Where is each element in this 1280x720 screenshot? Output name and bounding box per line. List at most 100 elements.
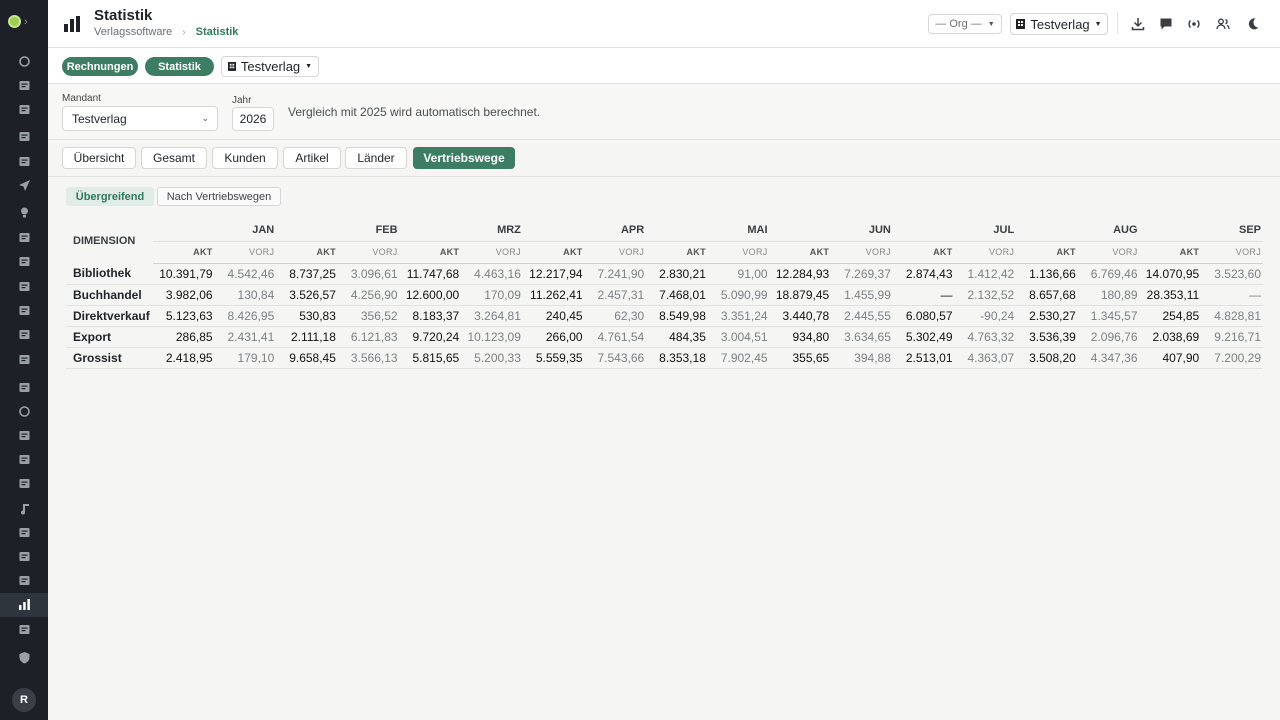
newspaper-icon[interactable] <box>17 303 31 317</box>
akt-cell: 2.513,01 <box>892 347 955 369</box>
tab-kunden[interactable]: Kunden <box>212 147 278 169</box>
akt-header: AKT <box>399 241 462 264</box>
header-divider <box>1117 12 1118 34</box>
vorj-cell: 356,52 <box>337 305 400 327</box>
jahr-input[interactable]: 2026 <box>232 107 274 131</box>
jahr-label: Jahr <box>232 95 252 106</box>
month-header: AUG <box>1016 219 1140 242</box>
akt-header: AKT <box>522 241 585 264</box>
download-icon[interactable] <box>1130 16 1146 32</box>
feather-icon[interactable] <box>17 352 31 366</box>
vorj-cell: 180,89 <box>1077 284 1140 306</box>
lightbulb-icon[interactable] <box>17 205 31 219</box>
vorj-cell: 2.445,55 <box>831 305 893 327</box>
top-header: Statistik Verlagssoftware › Statistik — … <box>48 0 1280 48</box>
briefcase-icon[interactable] <box>17 279 31 293</box>
akt-cell: 5.302,49 <box>892 326 955 348</box>
chevron-right-icon: › <box>182 26 186 38</box>
dashboard-icon[interactable] <box>17 102 31 116</box>
shield-icon[interactable] <box>17 650 31 664</box>
akt-cell: 8.737,25 <box>276 263 338 285</box>
avatar[interactable]: R <box>12 688 36 712</box>
app-switcher[interactable]: › <box>8 15 28 28</box>
vorj-header: VORJ <box>707 241 770 264</box>
header-verlag-label: Testverlag <box>1030 16 1090 32</box>
circle-icon[interactable] <box>17 404 31 418</box>
table-row: Bibliothek 10.391,79 4.542,46 8.737,25 3.096… <box>66 263 1263 285</box>
akt-cell: 3.526,57 <box>276 284 338 306</box>
file-icon[interactable] <box>17 525 31 539</box>
akt-cell: 1.136,66 <box>1016 263 1078 285</box>
dimension-header: DIMENSION <box>73 235 136 247</box>
akt-cell: 8.353,18 <box>646 347 708 369</box>
vorj-cell: 3.523,60 <box>1201 263 1263 285</box>
tab-laender[interactable]: Länder <box>345 147 407 169</box>
toolbar-verlag-select[interactable]: Testverlag ▼ <box>221 56 319 77</box>
breadcrumb-item-verlagssoftware[interactable]: Verlagssoftware <box>94 26 172 38</box>
building-icon <box>227 59 236 74</box>
statistics-icon[interactable] <box>17 597 31 611</box>
vorj-cell: 4.363,07 <box>954 347 1017 369</box>
library-icon[interactable] <box>17 230 31 244</box>
row-label: Export <box>66 326 153 348</box>
music-icon[interactable] <box>17 501 31 515</box>
akt-header: AKT <box>769 241 832 264</box>
bag-icon[interactable] <box>17 428 31 442</box>
vorj-cell: 170,09 <box>461 284 523 306</box>
calendar-icon[interactable] <box>17 78 31 92</box>
building-icon <box>1016 17 1026 32</box>
row-label: Bibliothek <box>66 263 153 285</box>
chat-icon[interactable] <box>1158 16 1174 32</box>
inbox-icon[interactable] <box>17 154 31 168</box>
akt-header: AKT <box>646 241 708 264</box>
tab-vertriebswege[interactable]: Vertriebswege <box>413 147 515 169</box>
akt-cell: 18.879,45 <box>769 284 832 306</box>
vorj-cell: 3.634,65 <box>831 326 893 348</box>
refresh-icon[interactable] <box>17 54 31 68</box>
akt-cell: 2.874,43 <box>892 263 955 285</box>
megaphone-icon[interactable] <box>17 452 31 466</box>
vorj-cell: 6.769,46 <box>1077 263 1140 285</box>
toolbar-verlag-label: Testverlag <box>240 59 301 74</box>
akt-cell: 2.830,21 <box>646 263 708 285</box>
akt-cell: 28.353,11 <box>1139 284 1202 306</box>
table-row: Buchhandel 3.982,06 130,84 3.526,57 4.256,90… <box>66 284 1263 306</box>
user-edit-icon[interactable] <box>17 129 31 143</box>
rechnungen-button[interactable]: Rechnungen <box>62 57 138 76</box>
org-select[interactable]: — Org — ▼ <box>928 14 1002 34</box>
users-icon[interactable] <box>1215 16 1231 32</box>
vorj-cell: 8.426,95 <box>214 305 277 327</box>
moon-icon[interactable] <box>1245 16 1261 32</box>
truck-icon[interactable] <box>17 573 31 587</box>
subtab-nach-vertriebswegen[interactable]: Nach Vertriebswegen <box>157 187 281 206</box>
statistik-button[interactable]: Statistik <box>145 57 214 76</box>
card-icon[interactable] <box>17 380 31 394</box>
akt-cell: 934,80 <box>769 326 832 348</box>
mandant-select[interactable]: Testverlag ⌄ <box>62 106 218 131</box>
akt-cell: 9.658,45 <box>276 347 338 369</box>
image-icon[interactable] <box>17 254 31 268</box>
vorj-cell: 1.345,57 <box>1077 305 1140 327</box>
header-verlag-select[interactable]: Testverlag ▼ <box>1010 13 1108 35</box>
vorj-cell: 62,30 <box>584 305 647 327</box>
subtab-uebergreifend[interactable]: Übergreifend <box>66 187 154 206</box>
send-icon[interactable] <box>17 178 31 192</box>
tab-artikel[interactable]: Artikel <box>283 147 341 169</box>
ticket-icon[interactable] <box>17 476 31 490</box>
akt-cell: 2.111,18 <box>276 326 338 348</box>
sidebar: › R <box>0 0 48 720</box>
vorj-header: VORJ <box>1201 241 1263 264</box>
akt-cell: 2.038,69 <box>1139 326 1202 348</box>
invoice-icon[interactable] <box>17 622 31 636</box>
vorj-cell: 3.004,51 <box>707 326 770 348</box>
akt-cell: 266,00 <box>522 326 585 348</box>
akt-cell: 5.123,63 <box>152 305 215 327</box>
store-icon[interactable] <box>17 549 31 563</box>
table-row: Grossist 2.418,95 179,10 9.658,45 3.566,13 5.… <box>66 347 1263 369</box>
tab-uebersicht[interactable]: Übersicht <box>62 147 136 169</box>
tab-gesamt[interactable]: Gesamt <box>141 147 207 169</box>
vorj-header: VORJ <box>584 241 647 264</box>
receipt-icon[interactable] <box>17 327 31 341</box>
breadcrumb: Verlagssoftware › Statistik <box>94 26 238 38</box>
broadcast-icon[interactable] <box>1186 16 1202 32</box>
